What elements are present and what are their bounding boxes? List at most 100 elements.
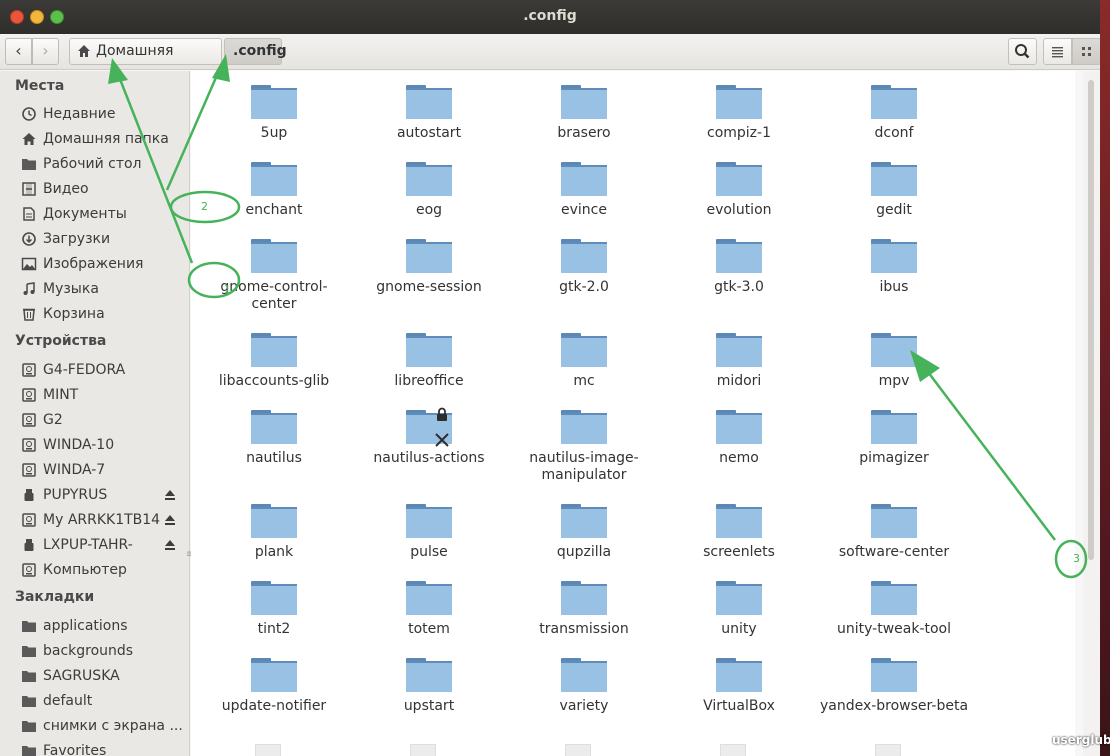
drive-icon (22, 438, 36, 452)
title-bar: .config (0, 0, 1100, 34)
sidebar-item[interactable]: Документы (21, 203, 186, 225)
forward-button[interactable]: › (32, 38, 59, 65)
sidebar-item-label: Недавние (43, 106, 116, 122)
sidebar-item-label: Музыка (43, 281, 99, 297)
folder-icon (561, 581, 607, 615)
folder-icon (406, 85, 452, 119)
folder-icon (561, 239, 607, 273)
folder-icon (561, 162, 607, 196)
sidebar-item[interactable]: WINDA-10 (21, 434, 186, 456)
sidebar-item[interactable]: Загрузки (21, 228, 186, 250)
sidebar-item[interactable]: default (21, 690, 186, 712)
drive-icon (22, 413, 36, 427)
sidebar-item[interactable]: G2 (21, 409, 186, 431)
sidebar-item[interactable]: Корзина (21, 303, 186, 325)
folder-icon (406, 162, 452, 196)
sidebar-item-label: WINDA-10 (43, 437, 115, 453)
breadcrumb-current[interactable]: .config (224, 38, 287, 65)
sidebar-item[interactable]: Favorites (21, 740, 186, 756)
folder-icon (561, 410, 607, 444)
sidebar-item[interactable]: applications (21, 615, 186, 637)
eject-icon[interactable] (164, 514, 176, 526)
folder-label: unity (721, 621, 757, 637)
folder-icon (406, 239, 452, 273)
window-title: .config (523, 8, 577, 24)
sidebar-item[interactable]: SAGRUSKA (21, 665, 186, 687)
sidebar-item[interactable]: Изображения (21, 253, 186, 275)
folder-icon (251, 658, 297, 692)
sidebar-item[interactable]: Рабочий стол (21, 153, 186, 175)
folder-label: nautilus (246, 450, 302, 466)
folder-icon (561, 333, 607, 367)
sidebar-item[interactable]: MINT (21, 384, 186, 406)
download-icon (22, 232, 36, 246)
annotation-number: 2 (201, 200, 208, 213)
sidebar-item[interactable]: WINDA-7 (21, 459, 186, 481)
file-icon[interactable] (565, 744, 591, 756)
home-icon (22, 133, 36, 145)
sidebar-item-label: Документы (43, 206, 127, 222)
chevron-left-icon: ‹ (15, 41, 22, 60)
file-icon[interactable] (410, 744, 436, 756)
folder-label: totem (408, 621, 450, 637)
folder-label: pulse (410, 544, 448, 560)
file-icon[interactable] (875, 744, 901, 756)
folder-icon (871, 504, 917, 538)
clock-icon (22, 107, 36, 121)
file-icon[interactable] (720, 744, 746, 756)
grid-view-button[interactable] (1072, 38, 1100, 65)
folder-label: transmission (539, 621, 629, 637)
folder-icon (22, 159, 36, 170)
annotation-number: 1 (224, 283, 231, 296)
sidebar-item[interactable]: backgrounds (21, 640, 186, 662)
chevron-right-icon: › (42, 41, 49, 60)
folder-label: libreoffice (394, 373, 464, 389)
folder-icon (716, 239, 762, 273)
folder-icon (716, 333, 762, 367)
sidebar-item-label: backgrounds (43, 643, 134, 659)
folder-icon (406, 581, 452, 615)
folder-label: 5up (260, 125, 288, 141)
trash-icon (23, 308, 35, 321)
sidebar-item-label: LXPUP-TAHR- (43, 537, 133, 553)
folder-label: evolution (706, 202, 772, 218)
list-view-button[interactable] (1043, 38, 1072, 65)
folder-icon (251, 410, 297, 444)
scrollbar-thumb[interactable] (1088, 80, 1094, 560)
folder-icon (406, 658, 452, 692)
folder-label: dconf (874, 125, 914, 141)
search-icon (1015, 44, 1030, 59)
drive-icon (22, 563, 36, 577)
eject-icon[interactable] (164, 539, 176, 551)
sidebar-item[interactable]: Домашняя папка (21, 128, 186, 150)
grid-icon (1082, 47, 1091, 56)
breadcrumb-home[interactable]: Домашняя папка (69, 38, 222, 84)
folder-icon (871, 239, 917, 273)
sidebar: Места Недавние Домашняя папка Рабочий стол В… (0, 71, 194, 756)
sidebar-item[interactable]: Музыка (21, 278, 186, 300)
list-icon (1052, 47, 1063, 58)
sidebar-item[interactable]: LXPUP-TAHR- (21, 534, 186, 556)
folder-icon (561, 504, 607, 538)
file-icon[interactable] (255, 744, 281, 756)
sidebar-item-label: Видео (43, 181, 89, 197)
folder-icon (251, 162, 297, 196)
sidebar-item-label: G2 (43, 412, 63, 428)
folder-label: variety (559, 698, 609, 714)
x-icon (435, 433, 449, 447)
back-button[interactable]: ‹ (5, 38, 32, 65)
search-button[interactable] (1008, 38, 1037, 65)
sidebar-item[interactable]: Компьютер (21, 559, 186, 581)
sidebar-item[interactable]: PUPYRUS (21, 484, 186, 506)
sidebar-item[interactable]: Видео (21, 178, 186, 200)
sidebar-item[interactable]: G4-FEDORA (21, 359, 186, 381)
sidebar-heading-devices: Устройства (15, 333, 107, 349)
sidebar-item[interactable]: Недавние (21, 103, 186, 125)
sidebar-item[interactable]: снимки с экрана ... (21, 715, 186, 737)
sidebar-item-label: MINT (43, 387, 79, 403)
sidebar-item-label: WINDA-7 (43, 462, 106, 478)
folder-label: update-notifier (221, 698, 327, 714)
folder-icon (22, 696, 36, 707)
eject-icon[interactable] (164, 489, 176, 501)
sidebar-item[interactable]: My ARRKK1TB14 (21, 509, 186, 531)
